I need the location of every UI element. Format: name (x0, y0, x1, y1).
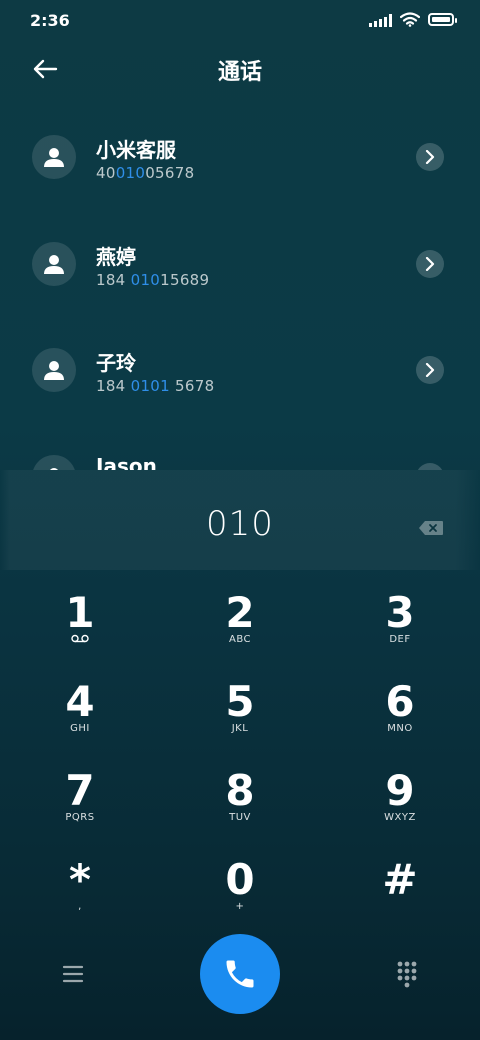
contact-name: Jason (96, 454, 157, 470)
menu-icon[interactable] (58, 962, 88, 986)
person-icon (44, 255, 64, 274)
key-5[interactable]: 5 JKL (180, 679, 300, 759)
chevron-right-icon (425, 363, 435, 377)
key-letters: , (78, 901, 82, 912)
key-digit: 5 (225, 677, 255, 726)
header: 通话 (0, 44, 480, 96)
key-letters: PQRS (65, 812, 95, 823)
key-digit: 2 (225, 588, 255, 637)
key-letters: DEF (389, 634, 411, 645)
key-0[interactable]: 0 + (180, 857, 300, 937)
dialed-number: 010 (206, 504, 274, 544)
wifi-icon (400, 12, 420, 27)
key-3[interactable]: 3 DEF (340, 590, 460, 670)
key-digit: 0 (225, 855, 255, 904)
contact-name: 小米客服 (96, 138, 176, 162)
key-1[interactable]: 1 (20, 590, 140, 670)
list-item[interactable]: 小米客服 4001005678 (0, 106, 480, 206)
avatar (32, 348, 76, 392)
key-digit: 7 (65, 766, 95, 815)
contact-name: 燕婷 (96, 245, 136, 269)
avatar (32, 135, 76, 179)
key-4[interactable]: 4 GHI (20, 679, 140, 759)
key-digit: 6 (385, 677, 415, 726)
list-item[interactable]: 燕婷 184 01015689 (0, 213, 480, 313)
chevron-right-icon (425, 257, 435, 271)
list-item[interactable]: 子玲 184 0101 5678 (0, 319, 480, 419)
detail-button[interactable] (416, 143, 444, 171)
key-digit: 1 (65, 588, 95, 637)
backspace-icon[interactable] (418, 520, 444, 536)
contact-name: 子玲 (96, 351, 136, 375)
key-8[interactable]: 8 TUV (180, 768, 300, 848)
contact-number: 184 01015689 (96, 271, 210, 289)
key-letters: WXYZ (384, 812, 416, 823)
avatar (32, 455, 76, 470)
key-digit: 8 (225, 766, 255, 815)
key-9[interactable]: 9 WXYZ (340, 768, 460, 848)
contact-number: 184 0101 5678 (96, 377, 215, 395)
dial-display: 010 (0, 470, 480, 570)
page-title: 通话 (217, 60, 262, 85)
key-hash[interactable]: # (340, 857, 460, 937)
bottom-actions (0, 934, 480, 1016)
key-digit: 9 (385, 766, 415, 815)
key-2[interactable]: 2 ABC (180, 590, 300, 670)
list-item[interactable]: Jason (0, 426, 480, 470)
status-bar: 2:36 (0, 0, 480, 40)
key-letters (20, 634, 140, 648)
key-letters: + (235, 901, 245, 912)
key-letters: ABC (228, 634, 251, 645)
key-digit: * (69, 855, 91, 904)
key-star[interactable]: * , (20, 857, 140, 937)
key-letters: JKL (231, 723, 249, 734)
status-icons (369, 12, 457, 27)
detail-button[interactable] (416, 463, 444, 470)
status-time: 2:36 (30, 11, 70, 30)
detail-button[interactable] (416, 250, 444, 278)
key-letters: MNO (387, 723, 413, 734)
key-letters: GHI (70, 723, 90, 734)
key-digit: 3 (385, 588, 415, 637)
call-button[interactable] (200, 934, 280, 1014)
phone-icon (226, 960, 254, 988)
battery-icon (428, 13, 457, 26)
person-icon (44, 361, 64, 380)
avatar (32, 242, 76, 286)
contact-list: 小米客服 4001005678 燕婷 184 01015689 子玲 184 0… (0, 106, 480, 470)
chevron-right-icon (425, 150, 435, 164)
key-6[interactable]: 6 MNO (340, 679, 460, 759)
key-letters: TUV (229, 812, 251, 823)
key-7[interactable]: 7 PQRS (20, 768, 140, 848)
dialpad-icon[interactable] (392, 960, 422, 990)
contact-number: 4001005678 (96, 164, 195, 182)
key-digit: # (382, 855, 418, 904)
detail-button[interactable] (416, 356, 444, 384)
signal-icon (369, 13, 392, 27)
voicemail-icon (71, 634, 89, 643)
key-digit: 4 (65, 677, 95, 726)
person-icon (44, 148, 64, 167)
